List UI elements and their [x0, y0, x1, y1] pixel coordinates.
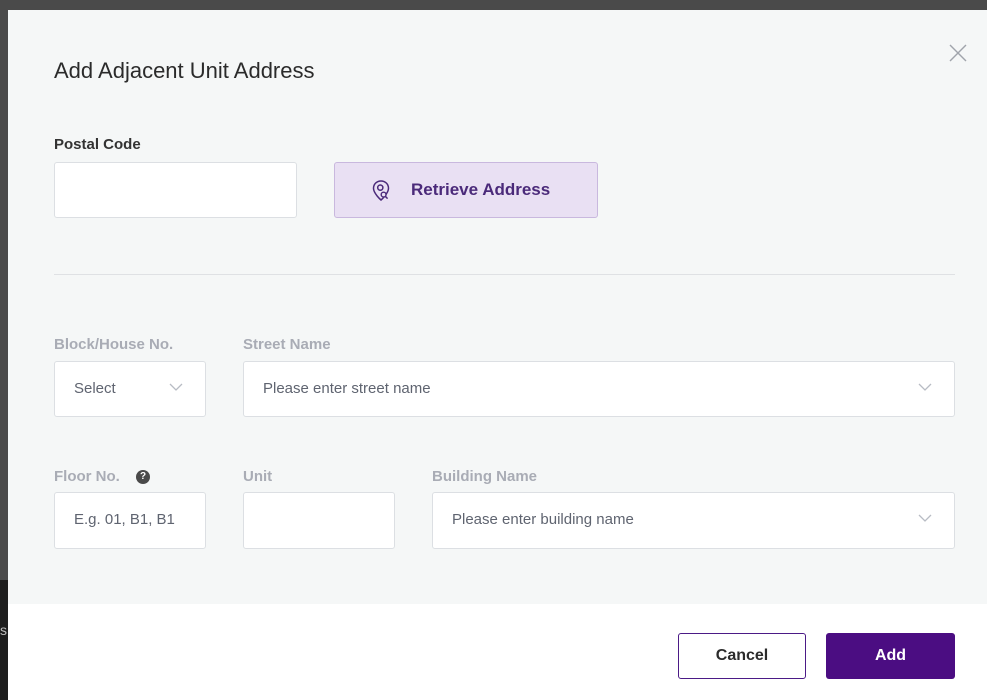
- close-icon[interactable]: [948, 43, 968, 63]
- postal-code-label: Postal Code: [54, 136, 141, 153]
- chevron-down-icon: [169, 383, 183, 391]
- dialog-title: Add Adjacent Unit Address: [54, 58, 315, 83]
- location-search-icon: [372, 180, 390, 201]
- block-house-value: Select: [74, 380, 116, 397]
- cancel-button[interactable]: Cancel: [678, 633, 806, 679]
- backdrop-panel: [0, 580, 8, 700]
- chevron-down-icon: [918, 383, 932, 391]
- unit-input[interactable]: [243, 492, 395, 549]
- backdrop-text: s: [0, 622, 7, 638]
- block-house-select[interactable]: Select: [54, 361, 206, 417]
- street-name-input[interactable]: Please enter street name: [243, 361, 955, 417]
- street-name-placeholder: Please enter street name: [263, 380, 431, 397]
- building-name-label: Building Name: [432, 468, 538, 485]
- add-button[interactable]: Add: [826, 633, 955, 679]
- postal-code-input[interactable]: [54, 162, 297, 218]
- floor-no-placeholder: E.g. 01, B1, B1: [74, 511, 175, 528]
- building-name-input[interactable]: Please enter building name: [432, 492, 955, 549]
- building-name-placeholder: Please enter building name: [452, 511, 634, 528]
- floor-no-input[interactable]: E.g. 01, B1, B1: [54, 492, 206, 549]
- unit-label: Unit: [243, 468, 273, 485]
- section-divider: [54, 274, 955, 275]
- retrieve-address-label: Retrieve Address: [411, 180, 551, 199]
- help-icon[interactable]: ?: [136, 470, 150, 484]
- chevron-down-icon: [918, 514, 932, 522]
- retrieve-address-button[interactable]: Retrieve Address: [334, 162, 598, 218]
- add-adjacent-unit-dialog: Add Adjacent Unit Address Postal Code Re…: [8, 10, 987, 700]
- block-house-label: Block/House No.: [54, 336, 174, 353]
- floor-no-label: Floor No.: [54, 468, 120, 485]
- street-name-label: Street Name: [243, 336, 331, 353]
